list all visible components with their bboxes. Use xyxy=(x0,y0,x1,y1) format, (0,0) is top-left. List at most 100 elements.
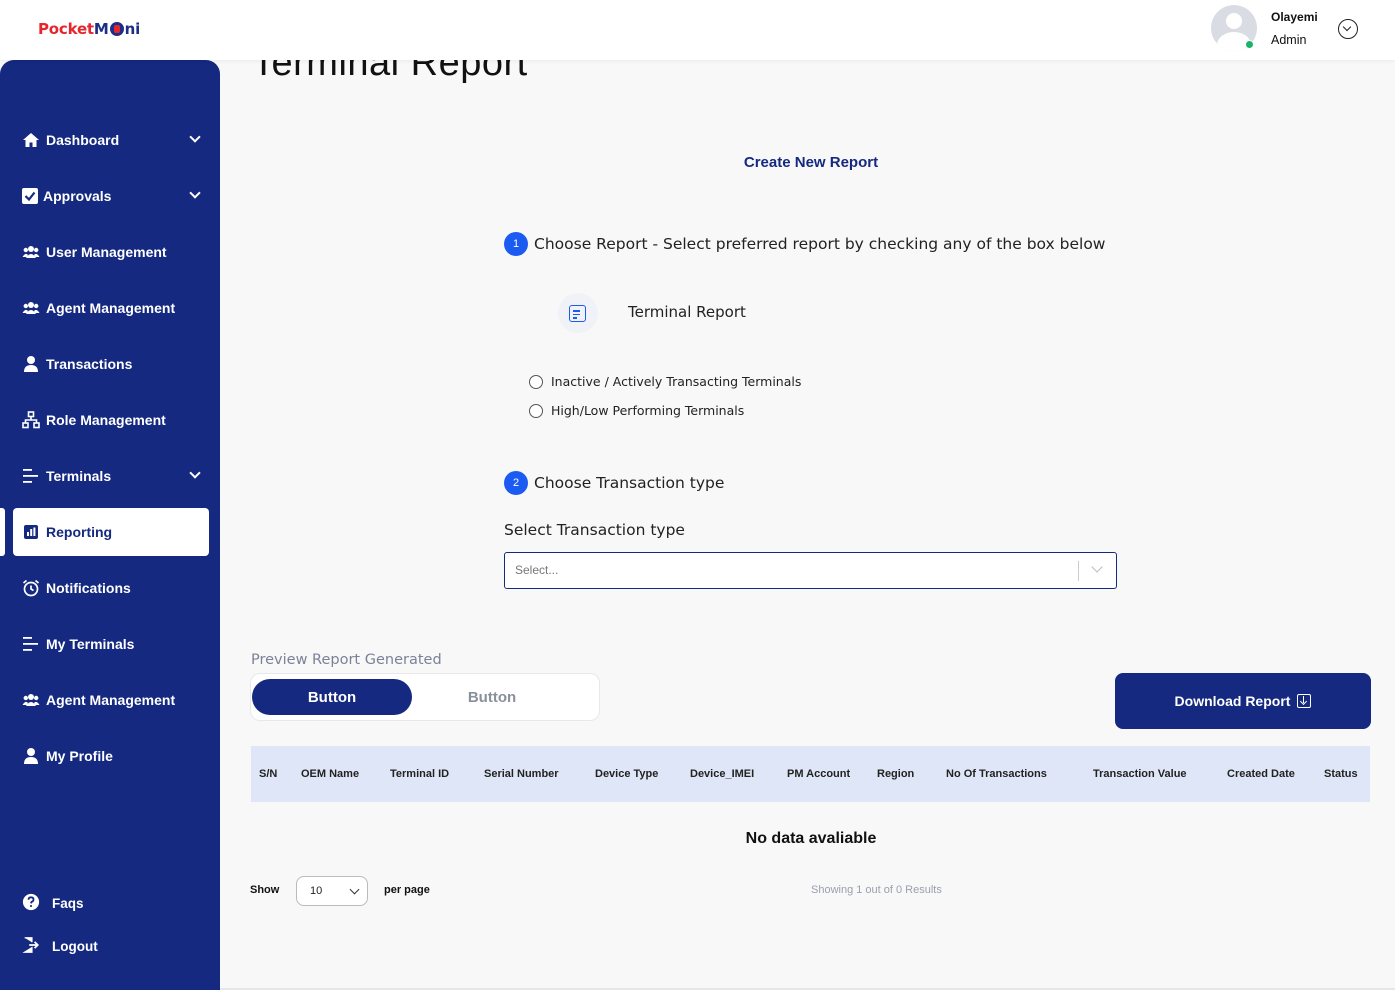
chevron-down-icon[interactable] xyxy=(1091,561,1103,573)
online-status-indicator xyxy=(1245,40,1254,49)
home-icon xyxy=(22,131,40,149)
lines-icon xyxy=(22,467,40,485)
document-icon-line xyxy=(573,310,580,312)
step-number-badge: 2 xyxy=(504,471,528,495)
brand-logo-part3: ni xyxy=(124,20,141,38)
users-icon xyxy=(22,299,40,317)
sidebar-item-label: Terminals xyxy=(46,468,112,484)
avatar-head-shape xyxy=(1226,13,1242,29)
chevron-down-icon xyxy=(349,884,360,895)
toggle-button-secondary[interactable]: Button xyxy=(412,679,572,715)
document-icon xyxy=(558,293,598,333)
sidebar: Dashboard Approvals User Management Agen… xyxy=(0,60,220,990)
column-header[interactable]: S/N xyxy=(259,768,277,780)
sidebar-item-reporting[interactable]: Reporting xyxy=(13,508,209,556)
report-option-label: High/Low Performing Terminals xyxy=(551,403,745,418)
download-report-label: Download Report xyxy=(1174,693,1291,709)
sidebar-item-label: Faqs xyxy=(52,895,84,911)
active-indicator xyxy=(0,508,5,556)
report-type-name[interactable]: Terminal Report xyxy=(628,303,746,321)
report-option-label: Inactive / Actively Transacting Terminal… xyxy=(551,374,802,389)
column-header[interactable]: Region xyxy=(877,768,914,780)
sidebar-item-label: My Terminals xyxy=(46,636,135,652)
check-square-icon xyxy=(21,187,39,205)
sidebar-item-approvals[interactable]: Approvals xyxy=(13,172,209,220)
question-icon xyxy=(22,893,42,913)
chart-icon xyxy=(22,523,40,541)
radio-button[interactable] xyxy=(529,403,543,418)
sidebar-item-my-profile[interactable]: My Profile xyxy=(13,732,209,780)
document-icon-line xyxy=(573,317,577,319)
report-option-inactive-active[interactable]: Inactive / Actively Transacting Terminal… xyxy=(529,374,801,389)
brand-logo[interactable]: PocketM ni xyxy=(38,20,140,38)
results-count: Showing 1 out of 0 Results xyxy=(811,884,942,896)
sidebar-item-user-management[interactable]: User Management xyxy=(13,228,209,276)
brand-logo-part1: Pocket xyxy=(38,20,94,38)
column-header[interactable]: Terminal ID xyxy=(390,768,449,780)
column-header[interactable]: No Of Transactions xyxy=(946,768,1047,780)
sidebar-item-label: Dashboard xyxy=(46,132,120,148)
column-header[interactable]: OEM Name xyxy=(301,768,359,780)
sidebar-item-label: Reporting xyxy=(46,524,113,540)
chevron-down-icon xyxy=(189,131,201,143)
brand-mark-icon xyxy=(109,22,124,36)
download-report-button[interactable]: Download Report xyxy=(1115,673,1371,729)
show-label: Show xyxy=(250,884,280,896)
radio-button[interactable] xyxy=(529,374,543,389)
transaction-type-select[interactable]: Select... xyxy=(504,552,1117,589)
table-header: S/N OEM Name Terminal ID Serial Number D… xyxy=(251,746,1370,802)
step-2-text: Choose Transaction type xyxy=(534,474,725,492)
lines-icon xyxy=(22,635,40,653)
document-icon-line xyxy=(573,313,580,316)
sidebar-item-agent-management[interactable]: Agent Management xyxy=(13,284,209,332)
column-header[interactable]: Device_IMEI xyxy=(690,768,754,780)
user-name: Olayemi xyxy=(1271,10,1318,24)
transaction-type-label: Select Transaction type xyxy=(504,521,685,539)
user-icon xyxy=(22,355,40,373)
column-header[interactable]: PM Account xyxy=(787,768,850,780)
column-header[interactable]: Serial Number xyxy=(484,768,559,780)
sidebar-item-logout[interactable]: Logout xyxy=(22,936,98,956)
column-header[interactable]: Created Date xyxy=(1227,768,1295,780)
sidebar-item-my-terminals[interactable]: My Terminals xyxy=(13,620,209,668)
step-2: 2 Choose Transaction type xyxy=(504,471,724,495)
step-1-text: Choose Report - Select preferred report … xyxy=(534,235,1106,253)
alarm-icon xyxy=(22,579,40,597)
per-page-select[interactable]: 10 xyxy=(296,876,368,906)
empty-table-message: No data avaliable xyxy=(745,830,877,847)
sidebar-item-terminals[interactable]: Terminals xyxy=(13,452,209,500)
toggle-button-primary[interactable]: Button xyxy=(252,679,412,715)
chevron-down-icon xyxy=(189,187,201,199)
users-icon xyxy=(22,691,40,709)
brand-logo-part2: M xyxy=(93,20,109,38)
sidebar-item-notifications[interactable]: Notifications xyxy=(13,564,209,612)
download-icon xyxy=(1297,694,1312,708)
sidebar-item-label: Notifications xyxy=(46,580,131,596)
view-toggle: Button Button xyxy=(250,673,600,721)
sidebar-item-agent-management-2[interactable]: Agent Management xyxy=(13,676,209,724)
users-icon xyxy=(22,243,40,261)
sidebar-item-faqs[interactable]: Faqs xyxy=(22,893,84,913)
user-role: Admin xyxy=(1271,33,1307,47)
report-option-high-low[interactable]: High/Low Performing Terminals xyxy=(529,403,744,418)
sidebar-item-label: Approvals xyxy=(43,188,112,204)
create-report-title: Create New Report xyxy=(743,154,879,171)
user-menu[interactable]: Olayemi Admin xyxy=(1211,5,1371,55)
select-placeholder: Select... xyxy=(515,563,559,577)
step-number-badge: 1 xyxy=(504,232,528,256)
select-separator xyxy=(1078,561,1079,581)
user-icon xyxy=(22,747,40,765)
column-header[interactable]: Device Type xyxy=(595,768,658,780)
chevron-down-icon[interactable] xyxy=(1338,19,1358,39)
chevron-down-icon xyxy=(189,467,201,479)
sidebar-item-role-management[interactable]: Role Management xyxy=(13,396,209,444)
hierarchy-icon xyxy=(22,411,40,429)
column-header[interactable]: Transaction Value xyxy=(1093,768,1187,780)
sidebar-item-transactions[interactable]: Transactions xyxy=(13,340,209,388)
sidebar-item-label: Agent Management xyxy=(46,300,176,316)
sidebar-item-label: Agent Management xyxy=(46,692,176,708)
logout-icon xyxy=(22,936,42,956)
top-bar: PocketM ni Olayemi Admin xyxy=(0,0,1395,60)
sidebar-item-label: Logout xyxy=(52,938,98,954)
column-header[interactable]: Status xyxy=(1324,768,1358,780)
